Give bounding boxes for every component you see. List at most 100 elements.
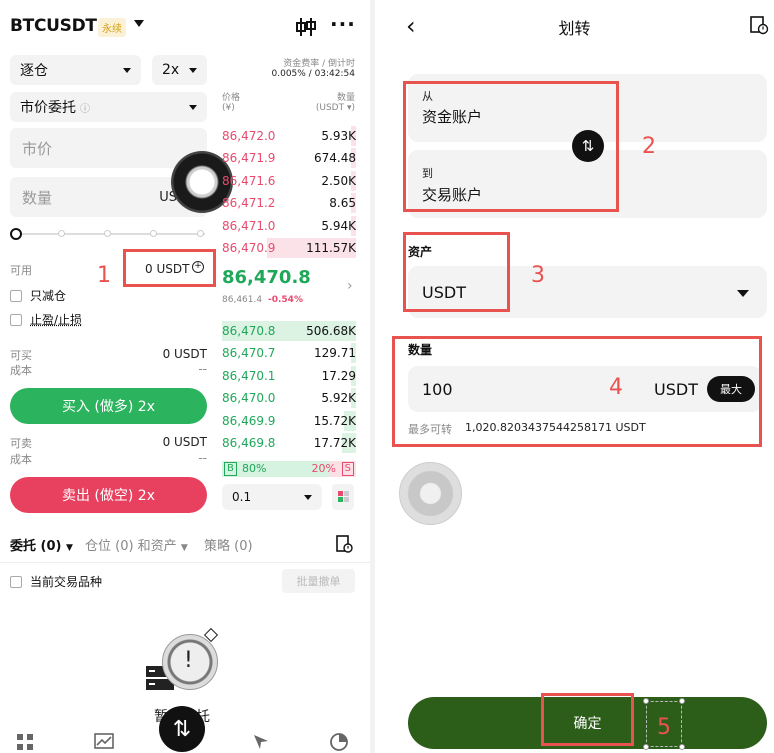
- margin-mode-value: 逐仓: [20, 63, 48, 79]
- bid-row[interactable]: 86,469.9 15.72K: [222, 410, 356, 431]
- tab-orders[interactable]: 委托 (0) ▼: [10, 535, 73, 554]
- chevron-right-icon[interactable]: ›: [347, 278, 353, 294]
- can-sell-value: 0 USDT: [162, 435, 207, 449]
- trade-panel: BTCUSDT 永续 ··· 逐仓 2x 资金费率 / 倒计时 0.005% /…: [0, 0, 370, 753]
- price-change: -0.54%: [268, 295, 303, 305]
- bid-row[interactable]: 86,469.8 17.72K: [222, 433, 356, 453]
- exclamation-icon: !: [184, 648, 193, 673]
- book-layout-button[interactable]: [332, 484, 354, 510]
- resize-handle: [643, 698, 649, 704]
- reduce-only-checkbox[interactable]: 只减仓: [10, 287, 66, 304]
- sell-percent: 20%: [311, 462, 336, 475]
- depth-step-select[interactable]: 0.1: [222, 484, 322, 510]
- layout-icon: [338, 491, 349, 502]
- price-column-unit: (¥): [222, 103, 235, 113]
- slider-step[interactable]: [104, 230, 111, 237]
- ask-row[interactable]: 86,471.9 674.48: [222, 148, 356, 169]
- tab-positions[interactable]: 仓位 (0) 和资产 ▼: [85, 535, 188, 554]
- home-icon[interactable]: [16, 733, 34, 751]
- sell-tag: S: [341, 462, 354, 476]
- qty-unit-select[interactable]: (USDT ▾): [290, 103, 355, 113]
- slider-step[interactable]: [197, 230, 204, 237]
- symbol-title[interactable]: BTCUSDT: [10, 16, 97, 36]
- bid-qty: 5.92K: [321, 391, 356, 406]
- annotation-box-1: [123, 249, 216, 287]
- bid-row[interactable]: 86,470.7 129.71: [222, 343, 356, 364]
- tab-strategy[interactable]: 策略 (0): [204, 535, 253, 554]
- current-pair-label: 当前交易品种: [30, 575, 103, 589]
- ask-row[interactable]: 86,470.9 111.57K: [222, 238, 356, 258]
- bid-row[interactable]: 86,470.0 5.92K: [222, 388, 356, 409]
- bid-price: 86,470.8: [222, 324, 276, 338]
- last-price: 86,470.8: [222, 267, 311, 288]
- checkbox-icon: [10, 289, 22, 302]
- ask-price: 86,470.9: [222, 241, 276, 255]
- order-type-select[interactable]: 市价委托 ⓘ: [10, 92, 207, 122]
- buy-long-button[interactable]: 买入 (做多) 2x: [10, 388, 207, 424]
- tpsl-checkbox[interactable]: 止盈/止损: [10, 311, 82, 328]
- page-title: 划转: [558, 19, 591, 38]
- price-placeholder: 市价: [22, 139, 53, 158]
- symbol-dropdown-icon[interactable]: [134, 20, 144, 27]
- ask-row[interactable]: 86,471.0 5.94K: [222, 215, 356, 236]
- bid-qty: 506.68K: [306, 324, 356, 338]
- slider-step[interactable]: [150, 230, 157, 237]
- bid-price: 86,470.7: [222, 346, 276, 361]
- can-buy-value: 0 USDT: [162, 347, 207, 361]
- funding-rate-label: 资金费率 / 倒计时: [283, 59, 355, 69]
- annotation-box-3: [403, 232, 510, 312]
- slider-step[interactable]: [58, 230, 65, 237]
- assets-icon[interactable]: [330, 733, 348, 751]
- ask-qty: 111.57K: [306, 241, 356, 255]
- slider-handle[interactable]: [10, 228, 22, 240]
- tab-positions-label: 仓位 (0) 和资产: [85, 539, 177, 554]
- discover-icon[interactable]: [252, 733, 270, 751]
- annotation-number-4: 4: [609, 375, 623, 400]
- bid-price: 86,469.8: [222, 436, 276, 450]
- chevron-down-icon: [123, 67, 131, 73]
- ask-qty: 5.94K: [321, 218, 356, 233]
- bid-qty: 17.72K: [313, 436, 356, 450]
- chevron-down-icon: ▼: [66, 543, 73, 553]
- ask-qty: 5.93K: [321, 129, 356, 143]
- sell-cost-label: 成本: [10, 453, 32, 466]
- ask-qty: 8.65: [329, 196, 356, 211]
- more-icon[interactable]: ···: [330, 12, 356, 36]
- transfer-history-icon[interactable]: [749, 15, 769, 35]
- sell-short-button[interactable]: 卖出 (做空) 2x: [10, 477, 207, 513]
- resize-handle: [643, 744, 649, 750]
- buy-sell-ratio-bar: B 80% 20% S: [222, 461, 356, 477]
- leverage-select[interactable]: 2x: [152, 55, 207, 85]
- markets-icon[interactable]: [94, 733, 114, 751]
- perpetual-badge: 永续: [98, 18, 126, 37]
- checkbox-icon: [10, 313, 22, 326]
- ask-row[interactable]: 86,471.6 2.50K: [222, 170, 356, 191]
- resize-handle: [679, 698, 685, 704]
- tpsl-label: 止盈/止损: [30, 313, 83, 327]
- can-sell-label: 可卖: [10, 437, 32, 450]
- current-pair-checkbox[interactable]: 当前交易品种: [10, 573, 102, 590]
- ask-row[interactable]: 86,471.2 8.65: [222, 193, 356, 214]
- bid-row[interactable]: 86,470.8 506.68K: [222, 321, 356, 341]
- ask-qty: 674.48: [314, 151, 356, 166]
- annotation-box-2: [403, 81, 619, 212]
- funding-rate-value: 0.005% / 03:42:54: [271, 69, 356, 79]
- chevron-down-icon: [189, 67, 197, 73]
- trade-nav-icon[interactable]: ⇅: [159, 706, 205, 752]
- qty-column-header: 数量: [336, 93, 355, 103]
- candlestick-icon[interactable]: [295, 17, 317, 37]
- chevron-down-icon[interactable]: [737, 290, 749, 297]
- ask-row[interactable]: 86,472.0 5.93K: [222, 126, 356, 146]
- buy-cost-label: 成本: [10, 364, 32, 377]
- available-label: 可用: [10, 264, 32, 277]
- bid-qty: 17.29: [321, 368, 356, 383]
- order-type-value: 市价委托: [20, 100, 76, 116]
- chevron-down-icon: [304, 494, 312, 500]
- info-icon[interactable]: ⓘ: [80, 104, 90, 115]
- margin-mode-select[interactable]: 逐仓: [10, 55, 141, 85]
- bid-row[interactable]: 86,470.1 17.29: [222, 365, 356, 386]
- batch-cancel-button[interactable]: 批量撤单: [282, 569, 355, 593]
- order-history-icon[interactable]: [335, 535, 353, 553]
- leverage-value: 2x: [162, 62, 180, 78]
- depth-step-value: 0.1: [232, 490, 252, 504]
